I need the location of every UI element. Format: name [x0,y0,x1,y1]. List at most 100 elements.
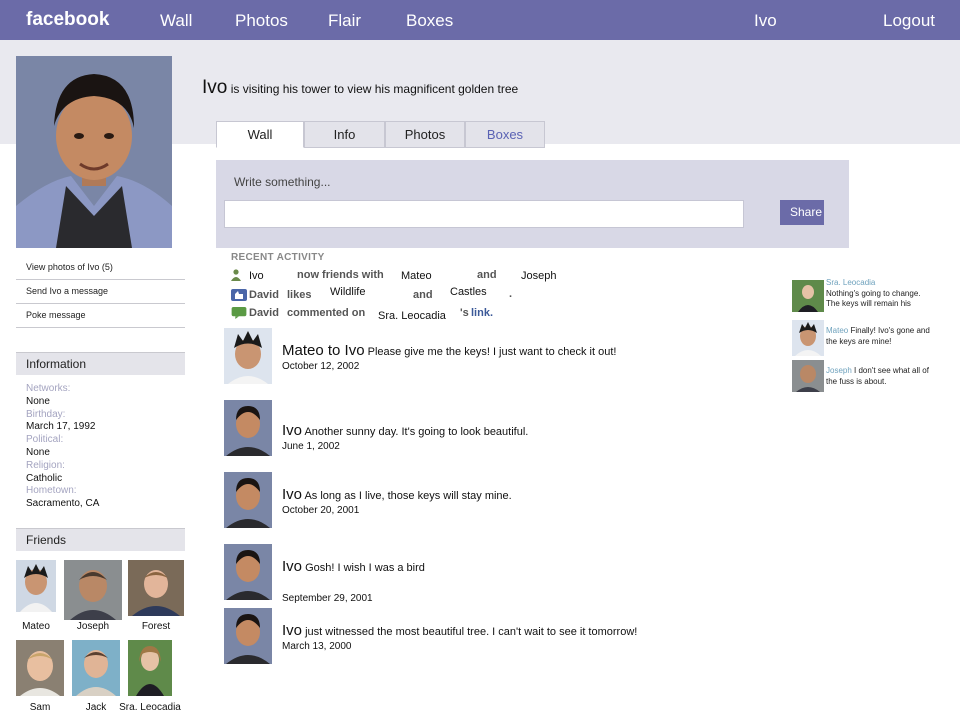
send-message-link[interactable]: Send Ivo a message [16,280,185,304]
activity-comment-target[interactable]: Sra. Leocadia [378,310,446,322]
top-nav-bar: facebook Wall Photos Flair Boxes Ivo Log… [0,0,960,40]
comment-author[interactable]: Joseph [826,366,852,375]
info-label-networks: Networks: [26,383,71,394]
activity-period: . [509,288,513,300]
recent-activity-heading: RECENT ACTIVITY [231,252,325,263]
info-label-political: Political: [26,434,64,446]
sidebar-comment: Sra. Leocadia Nothing's going to change.… [826,278,932,310]
nav-wall[interactable]: Wall [160,11,192,31]
sidebar-comment: Mateo Finally! Ivo's gone and the keys a… [826,326,932,347]
comment-avatar-sra-leocadia[interactable] [792,280,824,312]
info-value-religion: Catholic [26,472,63,484]
profile-actions: View photos of Ivo (5) Send Ivo a messag… [16,256,185,328]
friend-jack[interactable]: Jack [72,640,120,713]
post-body: Gosh! I wish I was a bird [305,562,425,574]
friend-joseph[interactable]: Joseph [64,560,122,632]
friend-name: Sra. Leocadia [119,702,181,713]
share-button[interactable]: Share [780,200,824,225]
wall-post-input[interactable] [224,200,744,228]
friend-name: Forest [141,621,171,632]
nav-photos[interactable]: Photos [235,11,288,31]
activity-link[interactable]: link. [471,307,493,319]
post-avatar-ivo[interactable] [224,608,272,664]
friend-sra-leocadia-photo [128,640,172,696]
friends-icon [231,269,241,281]
post-date: September 29, 2001 [282,593,373,604]
activity-possessive: 's [460,307,469,319]
friend-mateo[interactable]: Mateo [16,560,56,632]
activity-friend-b[interactable]: Mateo [401,270,432,282]
poke-link[interactable]: Poke message [16,304,185,328]
info-label-birthday: Birthday: [26,408,66,420]
post-avatar-mateo[interactable] [224,328,272,384]
post-avatar-ivo[interactable] [224,472,272,528]
post-body: Please give me the keys! I just want to … [367,346,617,358]
profile-photo[interactable] [16,56,172,248]
wall-post: Mateo to Ivo Please give me the keys! I … [282,342,616,359]
post-author[interactable]: Ivo [282,486,302,503]
tab-info[interactable]: Info [304,121,385,148]
activity-verb: now friends with [297,269,384,281]
nav-flair[interactable]: Flair [328,11,361,31]
activity-and: and [413,289,433,301]
info-value-political: None [26,446,50,458]
wall-post: Ivo As long as I live, those keys will s… [282,486,512,503]
wall-post: Ivo Another sunny day. It's going to loo… [282,422,528,439]
status-line: Ivo is visiting his tower to view his ma… [202,77,518,99]
friend-forest-photo [128,560,184,616]
status-text: is visiting his tower to view his magnif… [230,82,519,96]
activity-and: and [477,269,497,281]
wall-post: Ivo Gosh! I wish I was a bird [282,558,425,575]
post-body: just witnessed the most beautiful tree. … [305,626,638,638]
friends-heading: Friends [16,528,185,551]
info-value-birthday: March 17, 1992 [26,421,96,433]
comment-avatar-joseph[interactable] [792,360,824,392]
friend-jack-photo [72,640,120,696]
activity-liked-castles[interactable]: Castles [450,286,487,298]
post-author[interactable]: Ivo [282,622,302,639]
friend-sra-leocadia[interactable]: Sra. Leocadia [119,640,181,713]
profile-photo-image [16,56,172,248]
tab-boxes[interactable]: Boxes [465,121,545,148]
facebook-logo[interactable]: facebook [26,9,109,31]
info-label-religion: Religion: [26,459,65,471]
info-value-networks: None [26,395,50,407]
activity-actor-david[interactable]: David [249,307,279,319]
friend-sam-photo [16,640,64,696]
tab-wall[interactable]: Wall [216,121,304,148]
info-label-hometown: Hometown: [26,485,77,497]
post-body: As long as I live, those keys will stay … [304,490,512,502]
nav-user-profile[interactable]: Ivo [754,11,777,31]
wall-post: Ivo just witnessed the most beautiful tr… [282,622,637,639]
activity-actor-david[interactable]: David [249,289,279,301]
comment-author[interactable]: Sra. Leocadia [826,278,875,287]
nav-boxes[interactable]: Boxes [406,11,453,31]
post-date: March 13, 2000 [282,641,352,652]
post-author[interactable]: Mateo to Ivo [282,342,365,359]
comment-icon [231,307,247,319]
post-avatar-ivo[interactable] [224,400,272,456]
view-photos-link[interactable]: View photos of Ivo (5) [16,256,185,280]
friend-sam[interactable]: Sam [16,640,64,713]
post-author[interactable]: Ivo [282,422,302,439]
friend-forest[interactable]: Forest [128,560,184,632]
comment-text: Nothing's going to change. The keys will… [826,288,921,309]
post-body: Another sunny day. It's going to look be… [304,426,529,438]
activity-friend-c[interactable]: Joseph [521,270,556,282]
composer-prompt: Write something... [234,175,331,189]
activity-liked-wildlife[interactable]: Wildlife [330,286,365,298]
activity-verb-commented: commented on [287,307,366,319]
information-box: Networks: None Birthday: March 17, 1992 … [26,383,186,511]
tab-photos[interactable]: Photos [385,121,465,148]
post-author[interactable]: Ivo [282,558,302,575]
activity-verb-likes: likes [287,289,312,301]
status-name: Ivo [202,77,228,98]
post-avatar-ivo[interactable] [224,544,272,600]
nav-logout[interactable]: Logout [883,11,935,31]
comment-avatar-mateo[interactable] [792,320,824,356]
activity-friend-a[interactable]: Ivo [249,270,264,282]
thumbs-up-icon [231,289,247,301]
information-heading: Information [16,352,185,375]
comment-author[interactable]: Mateo [826,326,848,335]
friend-joseph-photo [64,560,122,620]
